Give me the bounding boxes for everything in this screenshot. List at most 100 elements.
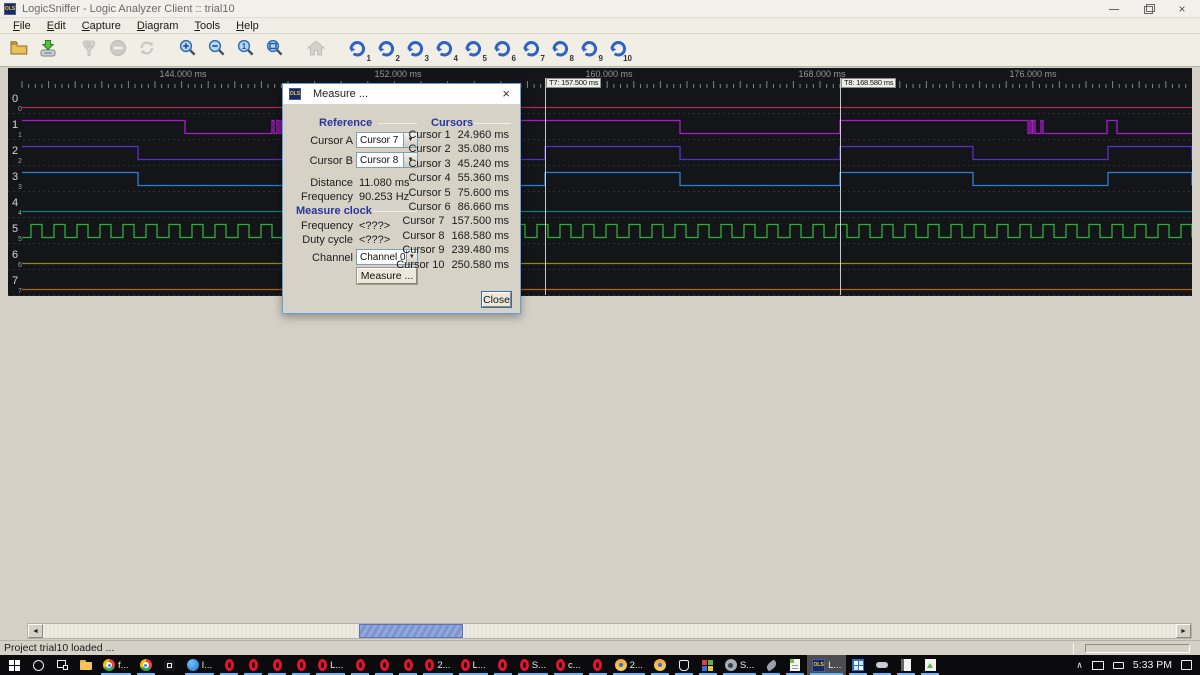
taskbar-item-opera-16[interactable]: 2... [420,655,455,675]
close-window-icon[interactable]: × [1176,4,1188,14]
goto-cursor-9-button[interactable]: 9 [576,37,602,63]
measure-dialog-titlebar[interactable]: OLS Measure ... × [283,84,520,104]
channel-lanes[interactable]: 0011223344556677 [8,88,1192,296]
taskbar-item-store-6[interactable] [158,655,182,675]
notebook-icon [901,659,911,671]
taskbar-item-opera-8[interactable] [217,655,241,675]
taskbar-item-opera-14[interactable] [372,655,396,675]
taskbar-item-opera-19[interactable]: S... [515,655,551,675]
ruler-time-label: 144.000 ms [159,69,207,79]
taskbar-item-notebook-32[interactable] [894,655,918,675]
zoom-original-button[interactable]: 1 [233,37,259,63]
channel-label[interactable]: 6 [12,249,18,261]
channel-label[interactable]: 5 [12,223,18,235]
menu-bar: FileEditCaptureDiagramToolsHelp [0,18,1200,34]
cursor-flag[interactable]: T7: 157.500 ms [546,78,601,88]
channel-label[interactable]: 1 [12,119,18,131]
menu-tools[interactable]: Tools [187,19,227,33]
dialog-close-icon[interactable]: × [498,84,514,104]
goto-cursor-7-button[interactable]: 7 [518,37,544,63]
notification-icon[interactable] [1181,660,1192,670]
opera-icon [461,659,470,671]
taskbar-item-pill-31[interactable] [870,655,894,675]
distance-label: Distance [291,177,353,189]
taskbar-item-firefox-23[interactable] [648,655,672,675]
taskbar-item-task-view-2[interactable] [50,655,74,675]
cursor-marker-line[interactable] [840,78,841,295]
taskbar-item-opera-21[interactable] [586,655,610,675]
menu-file[interactable]: File [6,19,38,33]
taskbar-clock[interactable]: 5:33 PM [1133,659,1172,671]
goto-cursor-1-button[interactable]: 1 [344,37,370,63]
taskbar-item-ols-app-29[interactable]: OLSL... [807,655,846,675]
goto-cursor-6-button[interactable]: 6 [489,37,515,63]
taskbar-item-opera-15[interactable] [396,655,420,675]
taskbar-item-chrome-4[interactable]: f... [98,655,134,675]
horizontal-scrollbar[interactable]: ◄ ► [27,623,1192,639]
zoom-in-button[interactable] [175,37,201,63]
taskbar-item-cortana-circle-1[interactable] [26,655,50,675]
menu-diagram[interactable]: Diagram [130,19,186,33]
taskbar-item-opera-13[interactable] [348,655,372,675]
taskbar-item-windows-start-0[interactable] [2,655,26,675]
close-button[interactable]: Close [482,292,511,307]
channel-label[interactable]: 0 [12,93,18,105]
opera-icon [225,659,234,671]
zoom-fit-button[interactable] [262,37,288,63]
taskbar-item-opera-9[interactable] [241,655,265,675]
goto-cursor-2-button[interactable]: 2 [373,37,399,63]
opera-icon [593,659,602,671]
cursor-flag[interactable]: T8: 168.580 ms [841,78,896,88]
menu-help[interactable]: Help [229,19,266,33]
goto-cursor-8-button[interactable]: 8 [547,37,573,63]
restore-icon[interactable] [1142,4,1154,14]
channel-label[interactable]: 2 [12,145,18,157]
cursor-number-label: 9 [599,54,603,63]
taskbar-item-opera-12[interactable]: L... [313,655,348,675]
taskbar-item-green-upload-33[interactable] [918,655,942,675]
store-icon [164,660,175,671]
opera-icon [380,659,389,671]
scrollbar-thumb[interactable] [359,624,463,638]
scrollbar-track[interactable] [43,624,1176,638]
taskbar-item-blue-grid-30[interactable] [846,655,870,675]
tray-chevron-icon[interactable]: ∧ [1076,660,1083,671]
channel-label[interactable]: 7 [12,275,18,287]
goto-cursor-4-button[interactable]: 4 [431,37,457,63]
goto-cursor-3-button[interactable]: 3 [402,37,428,63]
taskbar-item-opera-11[interactable] [289,655,313,675]
scroll-left-icon[interactable]: ◄ [28,624,43,638]
channel-label[interactable]: 3 [12,171,18,183]
tray-pen-display-icon[interactable] [1092,661,1104,670]
capture-button[interactable] [35,37,61,63]
taskbar-item-photos-grid-25[interactable] [696,655,720,675]
repeat-icon [137,38,157,63]
goto-cursor-5-button[interactable]: 5 [460,37,486,63]
taskbar-item-epic-outline-24[interactable] [672,655,696,675]
taskbar-item-chrome-5[interactable] [134,655,158,675]
channel-label[interactable]: 4 [12,197,18,209]
taskbar-item-opera-17[interactable]: L... [456,655,491,675]
window-title: LogicSniffer - Logic Analyzer Client :: … [22,3,235,15]
ruler-time-label: 168.000 ms [798,69,846,79]
menu-edit[interactable]: Edit [40,19,73,33]
reference-header: Reference [319,117,372,129]
menu-capture[interactable]: Capture [75,19,128,33]
taskbar-item-notepad-28[interactable] [783,655,807,675]
taskbar-item-opera-10[interactable] [265,655,289,675]
tray-power-icon[interactable] [1113,661,1124,669]
cursor-marker-line[interactable] [545,78,546,295]
zoom-out-button[interactable] [204,37,230,63]
taskbar-item-opera-20[interactable]: c... [551,655,586,675]
taskbar-item-opera-18[interactable] [491,655,515,675]
waveform-viewport[interactable]: 144.000 ms152.000 ms160.000 ms168.000 ms… [8,68,1192,623]
goto-cursor-10-button[interactable]: 10 [605,37,631,63]
taskbar-item-edge-7[interactable]: I... [182,655,218,675]
taskbar-item-file-explorer-3[interactable] [74,655,98,675]
taskbar-item-feather-27[interactable] [759,655,783,675]
scroll-right-icon[interactable]: ► [1176,624,1191,638]
taskbar-item-firefox-22[interactable]: 2... [610,655,648,675]
minimize-icon[interactable] [1108,4,1120,14]
open-project-button[interactable] [6,37,32,63]
taskbar-item-settings-gear-26[interactable]: S... [720,655,759,675]
